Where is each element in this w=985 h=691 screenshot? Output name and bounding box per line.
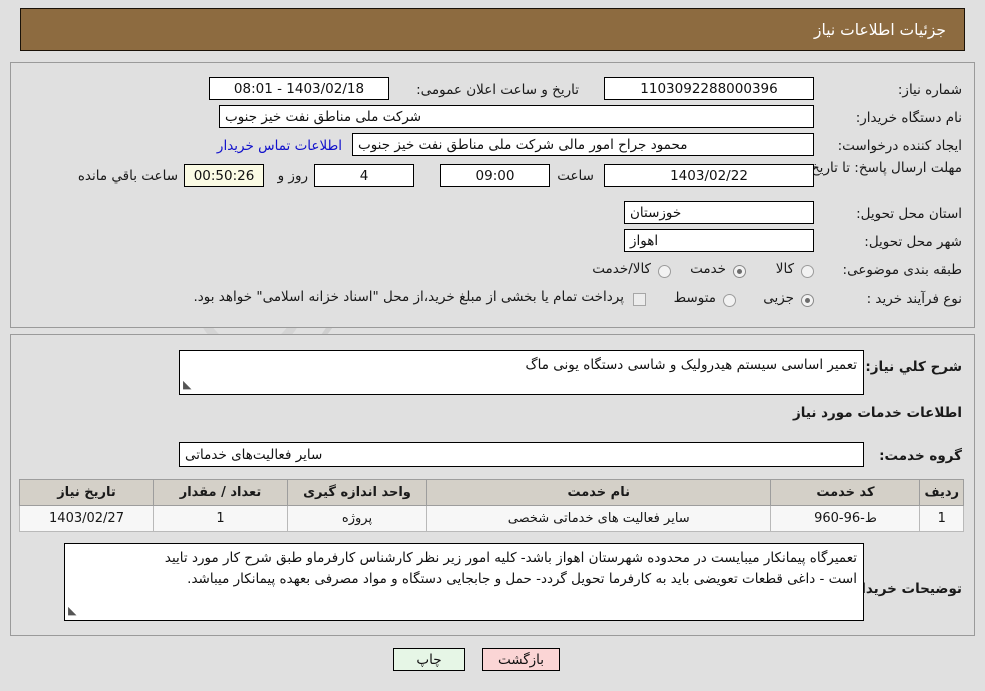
city-label: شهر محل تحویل:: [864, 234, 962, 250]
cell-service-code: ط-96-960: [770, 505, 921, 532]
province-label: استان محل تحویل:: [856, 206, 962, 222]
radio-purchase-jozei-label: جزیی: [763, 290, 794, 306]
print-button[interactable]: چاپ: [393, 648, 465, 671]
deadline-countdown-label: ساعت باقي مانده: [77, 168, 178, 184]
request-creator-value: محمود جراح امور مالی شرکت ملی مناطق نفت …: [352, 133, 814, 156]
cell-need-date: 1403/02/27: [19, 505, 154, 532]
deadline-time-value: 09:00: [440, 164, 550, 187]
deadline-countdown-value: 00:50:26: [184, 164, 264, 187]
need-details-panel: شرح کلي نياز: تعمیر اساسی سیستم هیدرولیک…: [10, 334, 975, 636]
deadline-days-label: روز و: [277, 168, 308, 184]
table-header-row: ردیف کد خدمت نام خدمت واحد اندازه گیری ت…: [19, 479, 964, 506]
treasury-bond-note: پرداخت تمام یا بخشی از مبلغ خرید،از محل …: [193, 289, 624, 305]
radio-category-kala-label: کالا: [775, 261, 794, 277]
general-desc-value: تعمیر اساسی سیستم هیدرولیک و شاسی دستگاه…: [525, 357, 857, 373]
page-title: جزئیات اطلاعات نیاز: [814, 20, 946, 39]
deadline-time-label: ساعت: [557, 168, 594, 184]
radio-purchase-jozei[interactable]: [801, 294, 814, 307]
deadline-label: مهلت ارسال پاسخ: تا تاریخ:: [806, 160, 962, 176]
public-announce-label: تاریخ و ساعت اعلان عمومی:: [416, 82, 579, 98]
service-group-label: گروه خدمت:: [879, 448, 962, 464]
services-table: ردیف کد خدمت نام خدمت واحد اندازه گیری ت…: [19, 479, 964, 532]
page-header: جزئیات اطلاعات نیاز: [20, 8, 965, 51]
public-announce-value: 1403/02/18 - 08:01: [209, 77, 389, 100]
radio-category-kala[interactable]: [801, 265, 814, 278]
back-button[interactable]: بازگشت: [482, 648, 560, 671]
radio-category-khedmat[interactable]: [733, 265, 746, 278]
radio-purchase-motevasset[interactable]: [723, 294, 736, 307]
radio-category-kala-khedmat-label: کالا/خدمت: [592, 261, 651, 277]
buyer-contact-link[interactable]: اطلاعات تماس خریدار: [217, 138, 342, 154]
general-desc-textarea[interactable]: تعمیر اساسی سیستم هیدرولیک و شاسی دستگاه…: [179, 350, 864, 395]
col-unit: واحد اندازه گیری: [287, 479, 427, 506]
tender-detail-page: جزئیات اطلاعات نیاز AriaTender.net ✓ شما…: [0, 0, 985, 691]
buyer-org-label: نام دستگاه خریدار:: [855, 110, 962, 126]
cell-service-name: سایر فعالیت های خدماتی شخصی: [425, 505, 772, 532]
services-heading: اطلاعات خدمات مورد نیاز: [792, 405, 962, 421]
resize-grip-icon[interactable]: ◢: [183, 376, 191, 393]
radio-purchase-motevasset-label: متوسط: [673, 290, 716, 306]
deadline-date-value: 1403/02/22: [604, 164, 814, 187]
cell-row-no: 1: [919, 505, 964, 532]
col-service-code: کد خدمت: [770, 479, 921, 506]
need-number-value: 1103092288000396: [604, 77, 814, 100]
city-value: اهواز: [624, 229, 814, 252]
buyer-notes-label: توضیحات خریدار:: [848, 581, 962, 597]
service-group-value: سایر فعالیت‌های خدماتی: [179, 442, 864, 467]
need-summary-panel: شماره نیاز: 1103092288000396 تاریخ و ساع…: [10, 62, 975, 328]
deadline-days-value: 4: [314, 164, 414, 187]
need-number-label: شماره نیاز:: [897, 82, 962, 98]
resize-grip-icon[interactable]: ◢: [68, 602, 76, 619]
radio-category-kala-khedmat[interactable]: [658, 265, 671, 278]
category-label: طبقه بندی موضوعی:: [842, 262, 962, 278]
treasury-bond-checkbox[interactable]: [633, 293, 646, 306]
col-row-no: ردیف: [919, 479, 964, 506]
radio-category-khedmat-label: خدمت: [690, 261, 726, 277]
col-quantity: تعداد / مقدار: [153, 479, 288, 506]
buyer-org-value: شرکت ملی مناطق نفت خیز جنوب: [219, 105, 814, 128]
purchase-type-label: نوع فرآیند خرید :: [866, 291, 962, 307]
buyer-notes-line-1: تعمیرگاه پیمانکار میبایست در محدوده شهرس…: [164, 550, 857, 566]
request-creator-label: ایجاد کننده درخواست:: [837, 138, 962, 154]
general-desc-label: شرح کلي نياز:: [865, 359, 962, 375]
cell-unit: پروژه: [287, 505, 427, 532]
buyer-notes-textarea[interactable]: تعمیرگاه پیمانکار میبایست در محدوده شهرس…: [64, 543, 864, 621]
province-value: خوزستان: [624, 201, 814, 224]
col-service-name: نام خدمت: [425, 479, 772, 506]
cell-quantity: 1: [153, 505, 288, 532]
buyer-notes-line-2: است - داغی قطعات تعویضی باید به کارفرما …: [187, 570, 857, 587]
col-need-date: تاریخ نیاز: [19, 479, 154, 506]
table-row: 1 ط-96-960 سایر فعالیت های خدماتی شخصی پ…: [19, 505, 964, 532]
